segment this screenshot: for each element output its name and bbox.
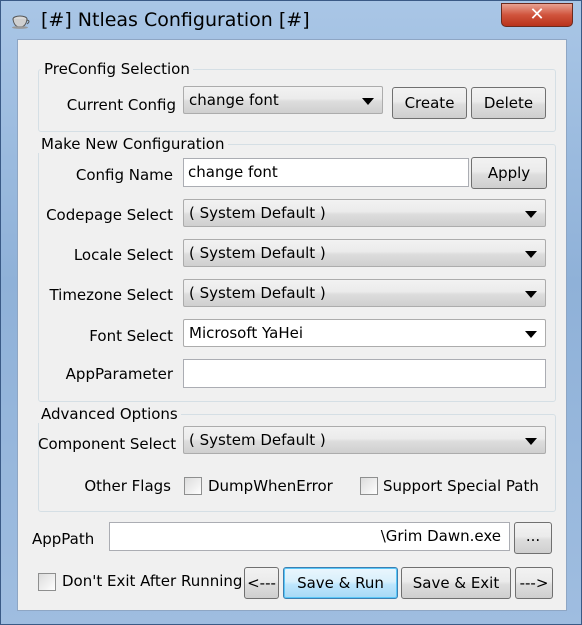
timezone-label: Timezone Select — [49, 286, 173, 304]
locale-select[interactable]: ( System Default ) — [183, 239, 546, 267]
dropdown-arrow-icon — [525, 438, 537, 445]
dropdown-arrow-icon — [525, 251, 537, 258]
dont-exit-label[interactable]: Don't Exit After Running — [62, 572, 242, 590]
save-and-run-button[interactable]: Save & Run — [283, 567, 398, 599]
font-select[interactable]: Microsoft YaHei — [183, 319, 546, 347]
timezone-select[interactable]: ( System Default ) — [183, 279, 546, 307]
ntleas-config-window: [#] Ntleas Configuration [#] ✕ PreConfig… — [0, 0, 582, 625]
locale-value: ( System Default ) — [189, 244, 326, 262]
close-icon: ✕ — [529, 4, 545, 25]
config-name-input[interactable]: change font — [183, 158, 469, 187]
dump-when-error-label[interactable]: DumpWhenError — [208, 477, 333, 495]
timezone-value: ( System Default ) — [189, 284, 326, 302]
apppath-label: AppPath — [32, 530, 95, 548]
advanced-group-title: Advanced Options — [38, 405, 181, 423]
font-select-label: Font Select — [89, 327, 173, 345]
apppath-value: \Grim Dawn.exe — [380, 527, 501, 545]
save-and-exit-button[interactable]: Save & Exit — [401, 567, 511, 599]
current-config-label: Current Config — [66, 96, 176, 114]
support-special-path-label[interactable]: Support Special Path — [383, 477, 539, 495]
close-button[interactable]: ✕ — [501, 3, 573, 27]
font-select-value: Microsoft YaHei — [189, 324, 303, 342]
other-flags-label: Other Flags — [84, 477, 171, 495]
config-name-value: change font — [188, 163, 278, 181]
dropdown-arrow-icon — [362, 98, 374, 105]
codepage-select[interactable]: ( System Default ) — [183, 199, 546, 227]
current-config-value: change font — [189, 91, 279, 109]
locale-label: Locale Select — [73, 246, 173, 264]
browse-button[interactable]: ... — [514, 522, 552, 554]
component-value: ( System Default ) — [189, 431, 326, 449]
dump-when-error-checkbox[interactable] — [184, 477, 202, 495]
appparameter-input[interactable] — [183, 359, 546, 388]
preconfig-group-title: PreConfig Selection — [41, 60, 193, 78]
apply-button[interactable]: Apply — [471, 157, 547, 189]
next-button[interactable]: ---> — [515, 567, 553, 599]
current-config-select[interactable]: change font — [183, 86, 383, 114]
component-label: Component Select — [38, 435, 177, 453]
previous-button[interactable]: <--- — [244, 567, 279, 599]
support-special-path-checkbox[interactable] — [360, 477, 378, 495]
title-bar[interactable]: [#] Ntleas Configuration [#] ✕ — [1, 1, 581, 39]
window-title: [#] Ntleas Configuration [#] — [41, 9, 310, 31]
config-name-label: Config Name — [75, 166, 173, 184]
codepage-label: Codepage Select — [46, 206, 173, 224]
client-area: PreConfig Selection Current Config chang… — [17, 39, 567, 611]
create-button[interactable]: Create — [392, 87, 467, 119]
appparameter-label: AppParameter — [65, 365, 173, 383]
dropdown-arrow-icon — [525, 331, 537, 338]
codepage-value: ( System Default ) — [189, 204, 326, 222]
dont-exit-checkbox[interactable] — [38, 573, 56, 591]
component-select[interactable]: ( System Default ) — [183, 426, 546, 454]
apppath-input[interactable]: \Grim Dawn.exe — [109, 522, 510, 551]
dropdown-arrow-icon — [525, 291, 537, 298]
dropdown-arrow-icon — [525, 211, 537, 218]
teacup-app-icon — [11, 11, 31, 29]
delete-button[interactable]: Delete — [471, 87, 546, 119]
new-config-group-title: Make New Configuration — [38, 135, 228, 153]
